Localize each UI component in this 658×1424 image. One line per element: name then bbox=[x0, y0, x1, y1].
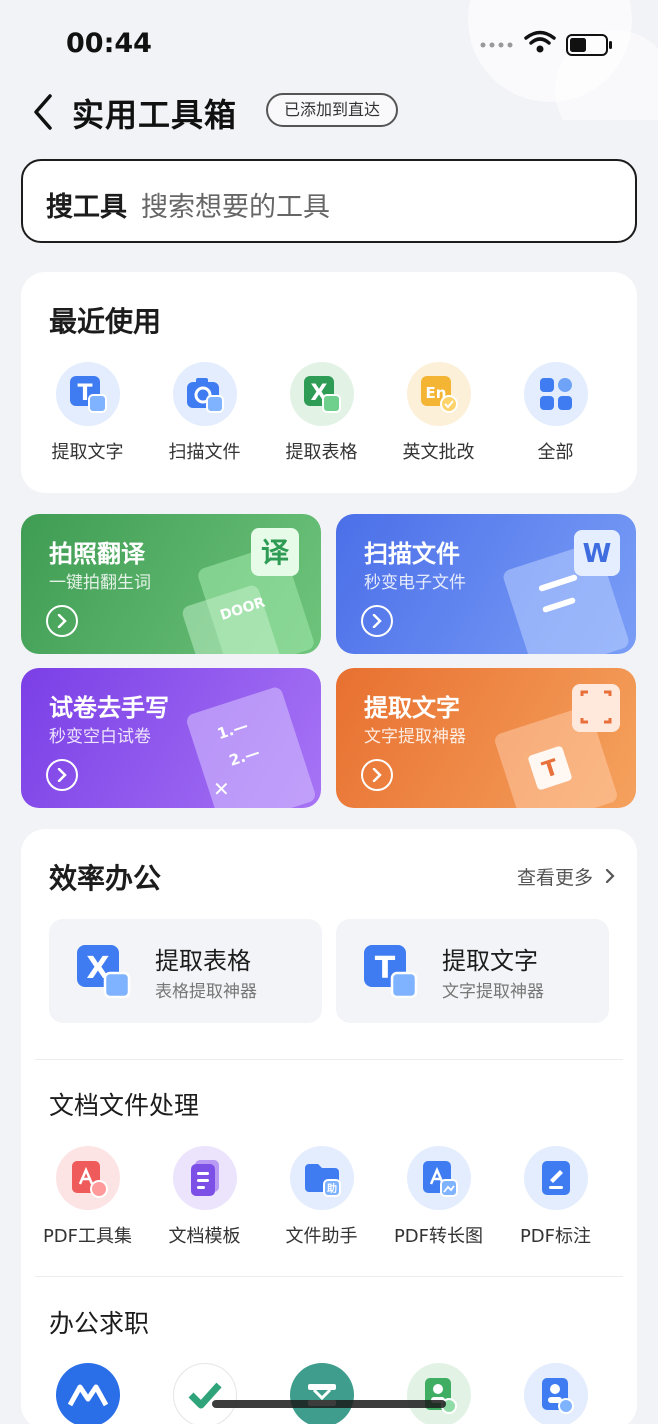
tile-title: 提取表格 bbox=[155, 947, 251, 975]
tool-label: 扫描文件 bbox=[168, 442, 241, 463]
grid-all-icon bbox=[523, 362, 588, 426]
search-input[interactable]: 搜索想要的工具 bbox=[141, 185, 330, 224]
job-tool-4[interactable] bbox=[380, 1363, 497, 1424]
text-extract-illustration-icon: T bbox=[495, 684, 620, 808]
doc-template-icon bbox=[172, 1146, 237, 1210]
text-extract-icon: T bbox=[364, 945, 418, 999]
english-correct-icon: En bbox=[406, 362, 471, 426]
navigation-bar: 实用工具箱 已添加到直达 bbox=[0, 86, 658, 136]
tool-label: PDF转长图 bbox=[393, 1226, 484, 1247]
word-document-illustration-icon: W bbox=[503, 530, 629, 654]
job-tools-row bbox=[29, 1363, 629, 1424]
id-photo-icon bbox=[523, 1363, 588, 1424]
added-to-shortcut-badge[interactable]: 已添加到直达 bbox=[266, 93, 399, 127]
excel-extract-icon: X bbox=[77, 945, 131, 999]
job-tool-3[interactable] bbox=[263, 1363, 380, 1424]
chevron-right-circle-icon[interactable] bbox=[361, 605, 393, 637]
recent-tool-scan-file[interactable]: 扫描文件 bbox=[146, 362, 263, 464]
svg-text:✕: ✕ bbox=[213, 777, 230, 801]
tool-label: 提取文字 bbox=[51, 442, 124, 463]
translate-illustration-icon: 译 DOOR bbox=[182, 528, 314, 654]
back-arrow-icon[interactable] bbox=[30, 92, 54, 132]
tile-subtitle: 表格提取神器 bbox=[155, 982, 257, 1002]
see-more-link[interactable]: 查看更多 bbox=[517, 863, 615, 890]
feature-title: 提取文字 bbox=[364, 694, 460, 722]
doc-section-title: 文档文件处理 bbox=[49, 1091, 200, 1120]
home-indicator[interactable] bbox=[212, 1400, 446, 1408]
mountain-logo-icon bbox=[55, 1363, 120, 1424]
cellular-signal-icon bbox=[480, 42, 513, 48]
file-helper-badge: 助 bbox=[327, 1182, 337, 1195]
big-tile-extract-text[interactable]: T 提取文字 文字提取神器 bbox=[336, 919, 609, 1023]
doc-tool-pdf-to-image[interactable]: PDF转长图 bbox=[380, 1146, 497, 1248]
office-section-title: 效率办公 bbox=[49, 862, 162, 895]
recent-tool-all[interactable]: 全部 bbox=[497, 362, 614, 464]
battery-icon bbox=[566, 34, 612, 56]
job-section-title: 办公求职 bbox=[49, 1309, 150, 1338]
tool-label: 文档模板 bbox=[168, 1226, 241, 1247]
status-bar: 00:44 bbox=[0, 0, 658, 120]
feature-title: 试卷去手写 bbox=[49, 694, 169, 722]
status-time: 00:44 bbox=[66, 28, 152, 59]
doc-tool-pdf-annotate[interactable]: PDF标注 bbox=[497, 1146, 614, 1248]
pdf-tools-icon bbox=[55, 1146, 120, 1210]
feature-subtitle: 文字提取神器 bbox=[364, 727, 466, 747]
wifi-icon bbox=[524, 30, 556, 53]
office-tools-card: 效率办公 查看更多 X 提取表格 表格提取神器 T 提取文字 文字提取神器 文档… bbox=[21, 829, 637, 1424]
doc-tool-template[interactable]: 文档模板 bbox=[146, 1146, 263, 1248]
search-box[interactable]: 搜工具 搜索想要的工具 bbox=[21, 159, 637, 243]
file-helper-icon: 助 bbox=[289, 1146, 354, 1210]
doc-tool-pdf-tools[interactable]: PDF工具集 bbox=[29, 1146, 146, 1248]
feature-card-scan-file[interactable]: W 扫描文件 秒变电子文件 bbox=[336, 514, 636, 654]
pdf-annotate-icon bbox=[523, 1146, 588, 1210]
exam-paper-illustration-icon: 1.— 2.— ✕ bbox=[186, 687, 316, 808]
doc-tools-row: PDF工具集 文档模板 助 文件助手 PDF转长图 PDF标注 bbox=[29, 1146, 629, 1248]
tool-label: PDF标注 bbox=[519, 1226, 592, 1247]
recent-tool-english-correct[interactable]: En 英文批改 bbox=[380, 362, 497, 464]
recent-tool-extract-table[interactable]: X 提取表格 bbox=[263, 362, 380, 464]
recent-tools-row: T 提取文字 扫描文件 X 提取表格 En 英文批改 全部 bbox=[29, 362, 629, 464]
see-more-label: 查看更多 bbox=[516, 867, 593, 889]
tool-label: 英文批改 bbox=[402, 442, 475, 463]
feature-card-extract-text[interactable]: T 提取文字 文字提取神器 bbox=[336, 668, 636, 808]
feature-subtitle: 一键拍翻生词 bbox=[49, 573, 151, 593]
resume-star-icon bbox=[406, 1363, 471, 1424]
recent-tool-extract-text[interactable]: T 提取文字 bbox=[29, 362, 146, 464]
feature-title: 扫描文件 bbox=[364, 540, 460, 568]
binder-icon bbox=[289, 1363, 354, 1424]
tile-subtitle: 文字提取神器 bbox=[442, 982, 544, 1002]
chevron-right-circle-icon[interactable] bbox=[46, 605, 78, 637]
job-tool-5[interactable] bbox=[497, 1363, 614, 1424]
doc-tool-file-helper[interactable]: 助 文件助手 bbox=[263, 1146, 380, 1248]
excel-extract-icon: X bbox=[289, 362, 354, 426]
page-title: 实用工具箱 bbox=[72, 96, 238, 134]
chevron-right-circle-icon[interactable] bbox=[361, 759, 393, 791]
search-label: 搜工具 bbox=[46, 192, 127, 223]
feature-card-remove-handwriting[interactable]: 1.— 2.— ✕ 试卷去手写 秒变空白试卷 bbox=[21, 668, 321, 808]
chevron-right-circle-icon[interactable] bbox=[46, 759, 78, 791]
recent-section-title: 最近使用 bbox=[49, 305, 162, 338]
text-extract-icon: T bbox=[55, 362, 120, 426]
job-tool-2[interactable] bbox=[146, 1363, 263, 1424]
recent-tools-card: 最近使用 T 提取文字 扫描文件 X 提取表格 En 英文批改 全部 bbox=[21, 272, 637, 493]
pdf-to-image-icon bbox=[406, 1146, 471, 1210]
section-divider bbox=[35, 1276, 623, 1277]
tool-label: 提取表格 bbox=[285, 442, 358, 463]
tool-label: PDF工具集 bbox=[42, 1226, 133, 1247]
tile-title: 提取文字 bbox=[442, 947, 538, 975]
section-divider bbox=[35, 1059, 623, 1060]
feature-card-photo-translate[interactable]: 译 DOOR 拍照翻译 一键拍翻生词 bbox=[21, 514, 321, 654]
tool-label: 全部 bbox=[537, 442, 574, 463]
big-tile-extract-table[interactable]: X 提取表格 表格提取神器 bbox=[49, 919, 322, 1023]
feature-subtitle: 秒变电子文件 bbox=[364, 573, 466, 593]
word-glyph: W bbox=[583, 539, 612, 569]
feature-subtitle: 秒变空白试卷 bbox=[49, 727, 151, 747]
feature-title: 拍照翻译 bbox=[49, 540, 145, 568]
tool-label: 文件助手 bbox=[285, 1226, 358, 1247]
check-logo-icon bbox=[172, 1363, 237, 1424]
scan-camera-icon bbox=[172, 362, 237, 426]
chevron-right-icon bbox=[605, 868, 615, 884]
job-tool-1[interactable] bbox=[29, 1363, 146, 1424]
translate-glyph: 译 bbox=[261, 536, 290, 569]
